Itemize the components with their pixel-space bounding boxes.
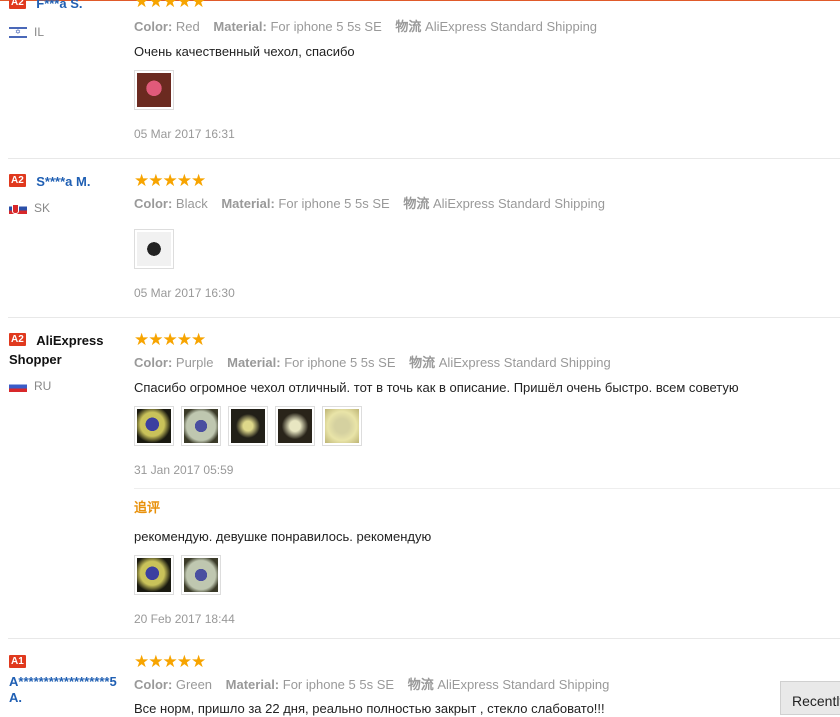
- review-divider: [8, 317, 840, 318]
- review-photo[interactable]: [181, 406, 221, 446]
- color-value: Black: [175, 196, 208, 211]
- reviewer-name[interactable]: AliExpress: [36, 333, 103, 348]
- review-photo[interactable]: [275, 406, 315, 446]
- review-photo[interactable]: [228, 406, 268, 446]
- review-attributes: Color: Green Material: For iphone 5 5s S…: [134, 676, 609, 693]
- reviewer-country: IL: [9, 25, 45, 40]
- level-badge: A2: [9, 174, 26, 187]
- russia-flag-icon: [9, 380, 27, 392]
- photo-image: [137, 409, 171, 443]
- color-label: Color:: [134, 196, 173, 211]
- photo-image: [137, 232, 171, 266]
- review-photo[interactable]: [134, 229, 174, 269]
- review-text: Все норм, пришло за 22 дня, реально полн…: [134, 701, 605, 716]
- review-attributes: Color: Black Material: For iphone 5 5s S…: [134, 195, 605, 212]
- material-value: For iphone 5 5s SE: [282, 677, 395, 692]
- review-photos: [134, 229, 181, 269]
- reviewer-info: A2 F***a S. IL: [9, 0, 127, 40]
- material-value: For iphone 5 5s SE: [284, 355, 396, 370]
- review-photo[interactable]: [134, 70, 174, 110]
- israel-flag-icon: [9, 26, 27, 40]
- review-date: 31 Jan 2017 05:59: [134, 463, 234, 477]
- shipping-value: AliExpress Standard Shipping: [438, 355, 611, 370]
- shipping-label: 物流: [407, 677, 434, 692]
- reviewer-name-line2[interactable]: Shopper: [9, 350, 127, 369]
- followup-text: рекомендую. девушке понравилось. рекомен…: [134, 529, 432, 544]
- review-attributes: Color: Red Material: For iphone 5 5s SE …: [134, 18, 597, 35]
- level-badge: A2: [9, 0, 26, 9]
- photo-image: [278, 409, 312, 443]
- review-photo[interactable]: [134, 555, 174, 595]
- review-text: Очень качественный чехол, спасибо: [134, 44, 355, 59]
- material-label: Material:: [227, 355, 281, 370]
- review-photo[interactable]: [134, 406, 174, 446]
- color-label: Color:: [134, 355, 173, 370]
- level-badge: A1: [9, 655, 26, 668]
- color-value: Red: [175, 19, 200, 34]
- rating-stars: ★★★★★: [134, 0, 206, 11]
- reviewer-info: A2 S****a M. SK: [9, 172, 127, 215]
- material-label: Material:: [225, 677, 280, 692]
- review-photos: [134, 406, 369, 446]
- review-divider: [8, 638, 840, 639]
- slovakia-flag-icon: [9, 202, 27, 214]
- shipping-value: AliExpress Standard Shipping: [432, 196, 605, 211]
- rating-stars: ★★★★★: [134, 171, 206, 190]
- rating-stars: ★★★★★: [134, 652, 206, 671]
- photo-image: [137, 558, 171, 592]
- material-label: Material:: [213, 19, 267, 34]
- material-label: Material:: [221, 196, 275, 211]
- color-label: Color:: [134, 677, 173, 692]
- reviewer-name[interactable]: A******************5: [9, 672, 127, 691]
- reviewer-info: A1 A******************5 A.: [9, 653, 127, 707]
- country-code: IL: [34, 25, 45, 39]
- reviewer-name[interactable]: S****a M.: [36, 174, 90, 189]
- photo-image: [137, 73, 171, 107]
- material-value: For iphone 5 5s SE: [270, 19, 382, 34]
- followup-date: 20 Feb 2017 18:44: [134, 612, 235, 626]
- review-divider: [8, 158, 840, 159]
- review-text: Спасибо огромное чехол отличный. тот в т…: [134, 380, 739, 395]
- color-value: Purple: [175, 355, 214, 370]
- shipping-label: 物流: [403, 196, 430, 211]
- photo-image: [231, 409, 265, 443]
- review-photo[interactable]: [181, 555, 221, 595]
- reviewer-country: SK: [9, 201, 50, 215]
- photo-image: [184, 558, 218, 592]
- shipping-value: AliExpress Standard Shipping: [425, 19, 598, 34]
- material-value: For iphone 5 5s SE: [278, 196, 390, 211]
- shipping-label: 物流: [395, 19, 422, 34]
- rating-stars: ★★★★★: [134, 330, 206, 349]
- review-date: 05 Mar 2017 16:30: [134, 286, 235, 300]
- reviewer-info: A2 AliExpress Shopper RU: [9, 331, 127, 393]
- reviewer-country: RU: [9, 379, 51, 393]
- color-label: Color:: [134, 19, 173, 34]
- country-code: RU: [34, 379, 52, 393]
- level-badge: A2: [9, 333, 26, 346]
- country-code: SK: [34, 201, 51, 215]
- reviewer-name[interactable]: F***a S.: [36, 0, 82, 11]
- followup-label: 追评: [134, 500, 161, 515]
- photo-image: [184, 409, 218, 443]
- followup-photos: [134, 555, 228, 595]
- review-date: 05 Mar 2017 16:31: [134, 127, 235, 141]
- review-attributes: Color: Purple Material: For iphone 5 5s …: [134, 354, 611, 371]
- shipping-label: 物流: [409, 355, 436, 370]
- color-value: Green: [175, 677, 213, 692]
- shipping-value: AliExpress Standard Shipping: [437, 677, 610, 692]
- review-photos: [134, 70, 181, 110]
- recently-viewed-button[interactable]: Recently: [780, 681, 840, 715]
- photo-image: [325, 409, 359, 443]
- followup-divider: [134, 488, 840, 489]
- review-photo[interactable]: [322, 406, 362, 446]
